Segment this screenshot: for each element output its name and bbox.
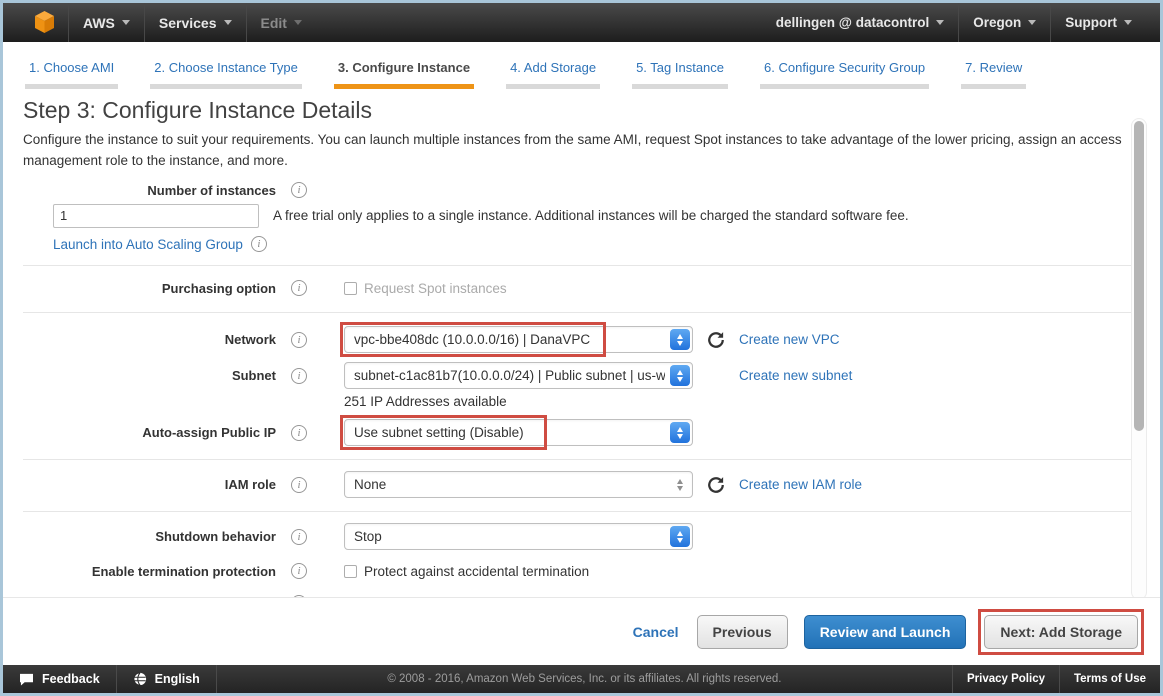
speech-bubble-icon bbox=[19, 673, 34, 686]
cancel-link[interactable]: Cancel bbox=[633, 624, 679, 640]
auto-assign-public-ip-select[interactable]: Use subnet setting (Disable) bbox=[344, 419, 693, 446]
select-stepper-icon bbox=[670, 329, 690, 350]
info-icon[interactable]: i bbox=[291, 529, 307, 545]
subnet-select[interactable]: subnet-c1ac81b7(10.0.0.0/24) | Public su… bbox=[344, 362, 693, 389]
section-divider bbox=[23, 312, 1142, 313]
section-divider bbox=[23, 265, 1142, 266]
chevron-down-icon bbox=[936, 20, 944, 25]
chevron-down-icon bbox=[1028, 20, 1036, 25]
network-select[interactable]: vpc-bbe408dc (10.0.0.0/16) | DanaVPC bbox=[344, 326, 693, 353]
tab-add-storage[interactable]: 4. Add Storage bbox=[506, 60, 600, 89]
shutdown-behavior-select[interactable]: Stop bbox=[344, 523, 693, 550]
account-menu[interactable]: dellingen @ datacontrol bbox=[762, 3, 958, 42]
free-trial-helper-text: A free trial only applies to a single in… bbox=[273, 208, 909, 223]
create-new-vpc-link[interactable]: Create new VPC bbox=[739, 332, 840, 347]
network-select-value: vpc-bbe408dc (10.0.0.0/16) | DanaVPC bbox=[354, 332, 590, 347]
termination-protection-checkbox-label: Protect against accidental termination bbox=[364, 564, 589, 579]
copyright-text: © 2008 - 2016, Amazon Web Services, Inc.… bbox=[217, 673, 952, 685]
terms-of-use-link[interactable]: Terms of Use bbox=[1060, 665, 1160, 693]
launch-into-auto-scaling-group-link[interactable]: Launch into Auto Scaling Group bbox=[53, 237, 243, 252]
chevron-down-icon bbox=[1124, 20, 1132, 25]
info-icon[interactable]: i bbox=[291, 182, 307, 198]
configure-instance-form: Number of instances i A free trial only … bbox=[3, 181, 1160, 616]
page-title: Step 3: Configure Instance Details bbox=[23, 97, 1160, 124]
page-description: Configure the instance to suit your requ… bbox=[23, 129, 1129, 171]
top-navbar: AWS Services Edit dellingen @ datacontro… bbox=[3, 3, 1160, 42]
refresh-icon[interactable] bbox=[707, 331, 725, 349]
purchasing-option-label: Purchasing option bbox=[23, 281, 276, 296]
iam-role-select[interactable]: None bbox=[344, 471, 693, 498]
account-menu-label: dellingen @ datacontrol bbox=[776, 15, 929, 30]
info-icon[interactable]: i bbox=[291, 368, 307, 384]
termination-protection-checkbox[interactable] bbox=[344, 565, 357, 578]
info-icon[interactable]: i bbox=[291, 563, 307, 579]
auto-assign-public-ip-select-value: Use subnet setting (Disable) bbox=[354, 425, 524, 440]
select-stepper-icon bbox=[670, 474, 690, 495]
enable-termination-protection-label: Enable termination protection bbox=[23, 564, 276, 579]
refresh-icon[interactable] bbox=[707, 476, 725, 494]
feedback-label: Feedback bbox=[42, 672, 100, 686]
region-menu-label: Oregon bbox=[973, 15, 1021, 30]
review-and-launch-button[interactable]: Review and Launch bbox=[804, 615, 967, 649]
services-menu-label: Services bbox=[159, 15, 217, 31]
create-new-iam-role-link[interactable]: Create new IAM role bbox=[739, 477, 862, 492]
next-add-storage-button[interactable]: Next: Add Storage bbox=[984, 615, 1138, 649]
scrollbar-thumb[interactable] bbox=[1134, 121, 1144, 431]
tab-choose-ami[interactable]: 1. Choose AMI bbox=[25, 60, 118, 89]
shutdown-behavior-select-value: Stop bbox=[354, 529, 382, 544]
info-icon[interactable]: i bbox=[291, 332, 307, 348]
tab-configure-security-group[interactable]: 6. Configure Security Group bbox=[760, 60, 929, 89]
subnet-label: Subnet bbox=[23, 368, 276, 383]
console-footer: Feedback English © 2008 - 2016, Amazon W… bbox=[3, 665, 1160, 693]
edit-menu[interactable]: Edit bbox=[247, 3, 316, 42]
language-button[interactable]: English bbox=[117, 665, 216, 693]
support-menu[interactable]: Support bbox=[1051, 3, 1146, 42]
wizard-action-bar: Cancel Previous Review and Launch Next: … bbox=[3, 597, 1160, 665]
iam-role-label: IAM role bbox=[23, 477, 276, 492]
previous-button[interactable]: Previous bbox=[697, 615, 788, 649]
tab-choose-instance-type[interactable]: 2. Choose Instance Type bbox=[150, 60, 302, 89]
info-icon[interactable]: i bbox=[291, 425, 307, 441]
chevron-down-icon bbox=[122, 20, 130, 25]
number-of-instances-label: Number of instances bbox=[23, 183, 276, 198]
ip-addresses-available-text: 251 IP Addresses available bbox=[344, 394, 1160, 410]
aws-menu-label: AWS bbox=[83, 15, 115, 31]
network-label: Network bbox=[23, 332, 276, 347]
feedback-button[interactable]: Feedback bbox=[3, 665, 116, 693]
info-icon[interactable]: i bbox=[291, 280, 307, 296]
section-divider bbox=[23, 511, 1142, 512]
region-menu[interactable]: Oregon bbox=[959, 3, 1050, 42]
chevron-down-icon bbox=[224, 20, 232, 25]
subnet-select-value: subnet-c1ac81b7(10.0.0.0/24) | Public su… bbox=[354, 368, 665, 383]
globe-icon bbox=[133, 672, 147, 686]
shutdown-behavior-label: Shutdown behavior bbox=[23, 529, 276, 544]
request-spot-instances-checkbox-label: Request Spot instances bbox=[364, 281, 507, 296]
aws-cube-logo-icon[interactable] bbox=[33, 10, 56, 35]
select-stepper-icon bbox=[670, 526, 690, 547]
services-menu[interactable]: Services bbox=[145, 3, 246, 42]
select-stepper-icon bbox=[670, 422, 690, 443]
main-content: Step 3: Configure Instance Details Confi… bbox=[3, 89, 1160, 665]
section-divider bbox=[23, 459, 1142, 460]
language-label: English bbox=[155, 672, 200, 686]
tab-configure-instance[interactable]: 3. Configure Instance bbox=[334, 60, 474, 89]
chevron-down-icon bbox=[294, 20, 302, 25]
number-of-instances-input[interactable] bbox=[53, 204, 259, 228]
tab-tag-instance[interactable]: 5. Tag Instance bbox=[632, 60, 728, 89]
request-spot-instances-checkbox[interactable] bbox=[344, 282, 357, 295]
support-menu-label: Support bbox=[1065, 15, 1117, 30]
vertical-scrollbar[interactable] bbox=[1131, 118, 1147, 600]
tab-review[interactable]: 7. Review bbox=[961, 60, 1026, 89]
create-new-subnet-link[interactable]: Create new subnet bbox=[739, 368, 852, 383]
info-icon[interactable]: i bbox=[251, 236, 267, 252]
edit-menu-label: Edit bbox=[261, 15, 287, 31]
info-icon[interactable]: i bbox=[291, 477, 307, 493]
auto-assign-public-ip-label: Auto-assign Public IP bbox=[23, 425, 276, 440]
iam-role-select-value: None bbox=[354, 477, 386, 492]
aws-console-window: AWS Services Edit dellingen @ datacontro… bbox=[0, 0, 1163, 696]
privacy-policy-link[interactable]: Privacy Policy bbox=[953, 665, 1059, 693]
wizard-step-tabs: 1. Choose AMI 2. Choose Instance Type 3.… bbox=[3, 42, 1160, 89]
select-stepper-icon bbox=[670, 365, 690, 386]
aws-menu[interactable]: AWS bbox=[69, 3, 144, 42]
